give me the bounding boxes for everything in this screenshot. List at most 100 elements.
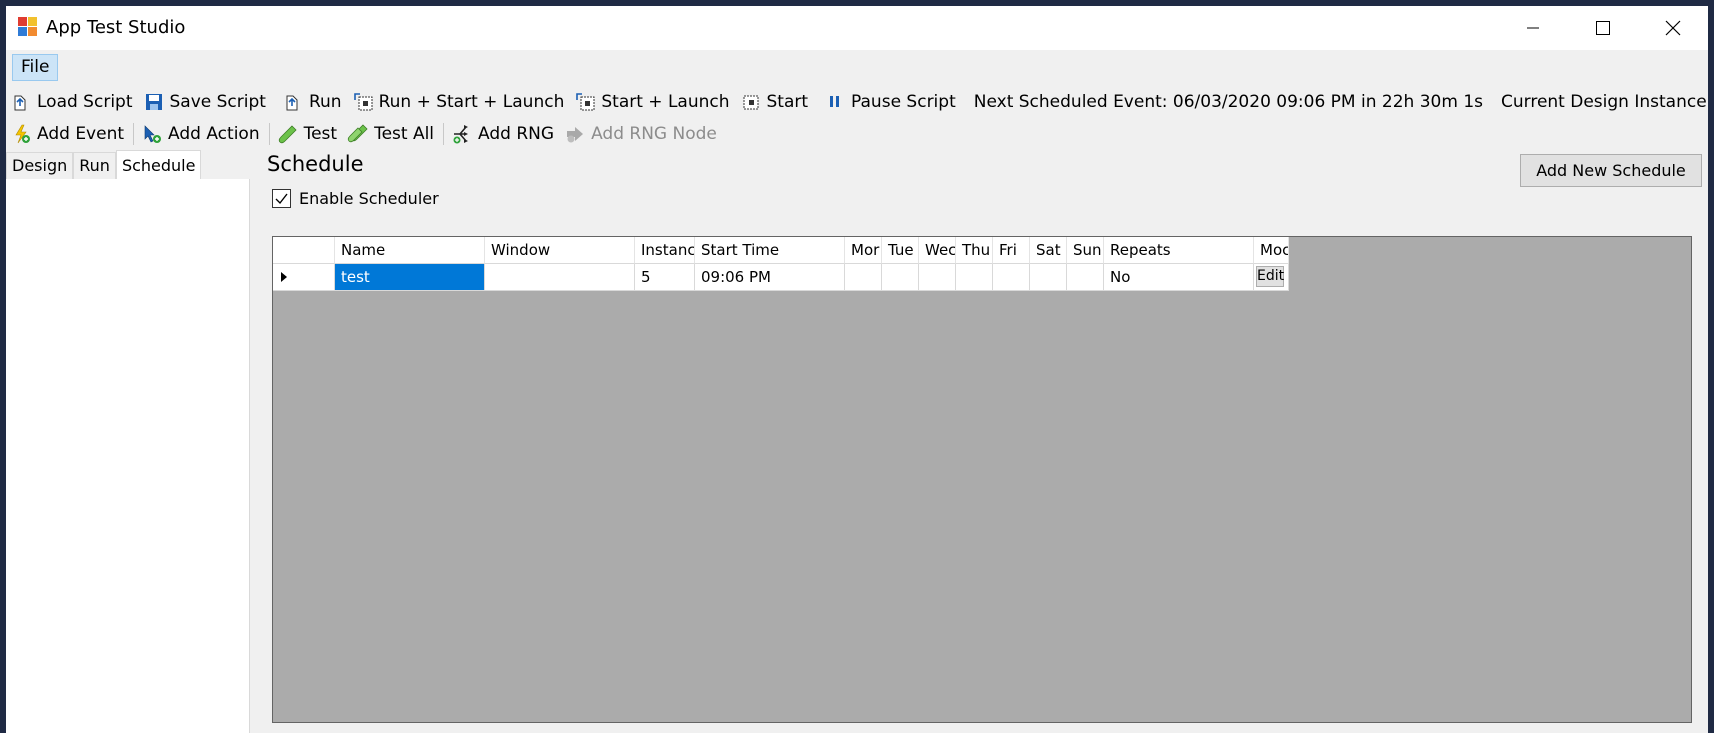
tab-schedule[interactable]: Schedule bbox=[115, 150, 202, 179]
start-button[interactable]: Start bbox=[736, 88, 815, 116]
close-icon bbox=[1665, 20, 1681, 36]
add-node-icon bbox=[564, 123, 586, 145]
column-header-fri[interactable]: Fri bbox=[993, 237, 1030, 264]
add-rng-node-label: Add RNG Node bbox=[591, 124, 717, 144]
design-toolbar: Add Event Add Action Test Test All Add R… bbox=[6, 118, 1708, 150]
cell-name[interactable]: test bbox=[335, 264, 485, 291]
column-header-instance[interactable]: Instanc bbox=[635, 237, 695, 264]
minimize-icon bbox=[1527, 27, 1539, 29]
add-event-label: Add Event bbox=[37, 124, 125, 144]
schedule-title: Schedule bbox=[267, 152, 364, 176]
maximize-icon bbox=[1596, 21, 1610, 35]
add-rng-button[interactable]: Add RNG bbox=[447, 120, 560, 148]
test-tube-icon bbox=[277, 123, 299, 145]
cell-instance[interactable]: 5 bbox=[635, 264, 695, 291]
current-row-arrow-icon bbox=[281, 272, 287, 282]
load-script-button[interactable]: Load Script bbox=[6, 88, 139, 116]
left-tab-strip: Design Run Schedule bbox=[6, 150, 202, 180]
column-header-repeats[interactable]: Repeats bbox=[1104, 237, 1254, 264]
test-all-icon bbox=[347, 123, 369, 145]
toolbar-separator bbox=[443, 123, 445, 145]
save-script-label: Save Script bbox=[169, 92, 266, 112]
enable-scheduler-checkbox[interactable] bbox=[272, 189, 291, 208]
column-header-thu[interactable]: Thu bbox=[956, 237, 993, 264]
pause-script-button[interactable]: Pause Script bbox=[820, 88, 962, 116]
toolbar-separator bbox=[268, 123, 270, 145]
script-toolbar: Load Script Save Script Run Run + Start … bbox=[6, 86, 1708, 118]
start-icon bbox=[740, 91, 762, 113]
test-all-button[interactable]: Test All bbox=[343, 120, 440, 148]
pause-icon bbox=[824, 91, 846, 113]
cell-start-time[interactable]: 09:06 PM bbox=[695, 264, 845, 291]
load-script-label: Load Script bbox=[37, 92, 133, 112]
cell-tue[interactable] bbox=[882, 264, 919, 291]
column-header-tue[interactable]: Tue bbox=[882, 237, 919, 264]
left-panel bbox=[6, 179, 250, 733]
start-launch-label: Start + Launch bbox=[601, 92, 730, 112]
run-icon bbox=[282, 91, 304, 113]
test-label: Test bbox=[303, 124, 338, 144]
grid-header: Name Window Instanc Start Time Mor Tue W… bbox=[273, 237, 1289, 264]
run-button[interactable]: Run bbox=[278, 88, 348, 116]
cell-sun[interactable] bbox=[1067, 264, 1104, 291]
cell-sat[interactable] bbox=[1030, 264, 1067, 291]
run-label: Run bbox=[308, 92, 342, 112]
cell-wed[interactable] bbox=[919, 264, 956, 291]
column-header-modify[interactable]: Moc bbox=[1254, 237, 1289, 264]
column-header-wed[interactable]: Wec bbox=[919, 237, 956, 264]
cell-mon[interactable] bbox=[845, 264, 882, 291]
schedule-grid: Name Window Instanc Start Time Mor Tue W… bbox=[272, 236, 1692, 723]
table-row[interactable]: test 5 09:06 PM No Edit bbox=[273, 264, 1289, 291]
branch-icon bbox=[451, 123, 473, 145]
start-label: Start bbox=[766, 92, 809, 112]
edit-button[interactable]: Edit bbox=[1256, 266, 1284, 287]
app-icon bbox=[18, 17, 37, 36]
cell-window[interactable] bbox=[485, 264, 635, 291]
row-header-corner bbox=[273, 237, 335, 264]
cell-modify: Edit bbox=[1254, 264, 1289, 291]
add-rng-label: Add RNG bbox=[478, 124, 555, 144]
window-title: App Test Studio bbox=[46, 17, 186, 38]
enable-scheduler-label: Enable Scheduler bbox=[299, 189, 439, 208]
add-event-button[interactable]: Add Event bbox=[6, 120, 130, 148]
run-start-launch-button[interactable]: Run + Start + Launch bbox=[348, 88, 571, 116]
column-header-mon[interactable]: Mor bbox=[845, 237, 882, 264]
app-window: App Test Studio File Load Script Save Sc… bbox=[6, 6, 1708, 733]
column-header-window[interactable]: Window bbox=[485, 237, 635, 264]
check-icon bbox=[275, 193, 288, 205]
cell-thu[interactable] bbox=[956, 264, 993, 291]
test-all-label: Test All bbox=[374, 124, 435, 144]
add-action-button[interactable]: Add Action bbox=[137, 120, 266, 148]
column-header-sat[interactable]: Sat bbox=[1030, 237, 1067, 264]
start-launch-icon bbox=[574, 91, 596, 113]
toolbar-separator bbox=[133, 123, 135, 145]
enable-scheduler-row: Enable Scheduler bbox=[272, 189, 439, 208]
minimize-button[interactable] bbox=[1498, 6, 1568, 50]
close-button[interactable] bbox=[1638, 6, 1708, 50]
row-header[interactable] bbox=[273, 264, 335, 291]
add-action-label: Add Action bbox=[168, 124, 260, 144]
maximize-button[interactable] bbox=[1568, 6, 1638, 50]
run-start-launch-label: Run + Start + Launch bbox=[378, 92, 565, 112]
pause-script-label: Pause Script bbox=[851, 92, 956, 112]
test-button[interactable]: Test bbox=[273, 120, 343, 148]
load-script-icon bbox=[10, 91, 32, 113]
menu-bar: File bbox=[6, 50, 1708, 82]
column-header-name[interactable]: Name bbox=[335, 237, 485, 264]
tab-design[interactable]: Design bbox=[6, 152, 74, 179]
cell-repeats[interactable]: No bbox=[1104, 264, 1254, 291]
column-header-sun[interactable]: Sun bbox=[1067, 237, 1104, 264]
run-start-launch-icon bbox=[352, 91, 374, 113]
menu-file[interactable]: File bbox=[12, 54, 59, 81]
column-header-start-time[interactable]: Start Time bbox=[695, 237, 845, 264]
design-instance-label: Current Design Instance bbox=[1501, 92, 1707, 112]
save-script-button[interactable]: Save Script bbox=[139, 88, 272, 116]
tab-run[interactable]: Run bbox=[73, 152, 116, 179]
add-rng-node-button[interactable]: Add RNG Node bbox=[560, 120, 723, 148]
add-event-icon bbox=[10, 123, 32, 145]
next-scheduled-event: Next Scheduled Event: 06/03/2020 09:06 P… bbox=[973, 92, 1483, 112]
cell-fri[interactable] bbox=[993, 264, 1030, 291]
add-new-schedule-button[interactable]: Add New Schedule bbox=[1520, 154, 1702, 187]
start-launch-button[interactable]: Start + Launch bbox=[570, 88, 735, 116]
add-action-icon bbox=[141, 123, 163, 145]
